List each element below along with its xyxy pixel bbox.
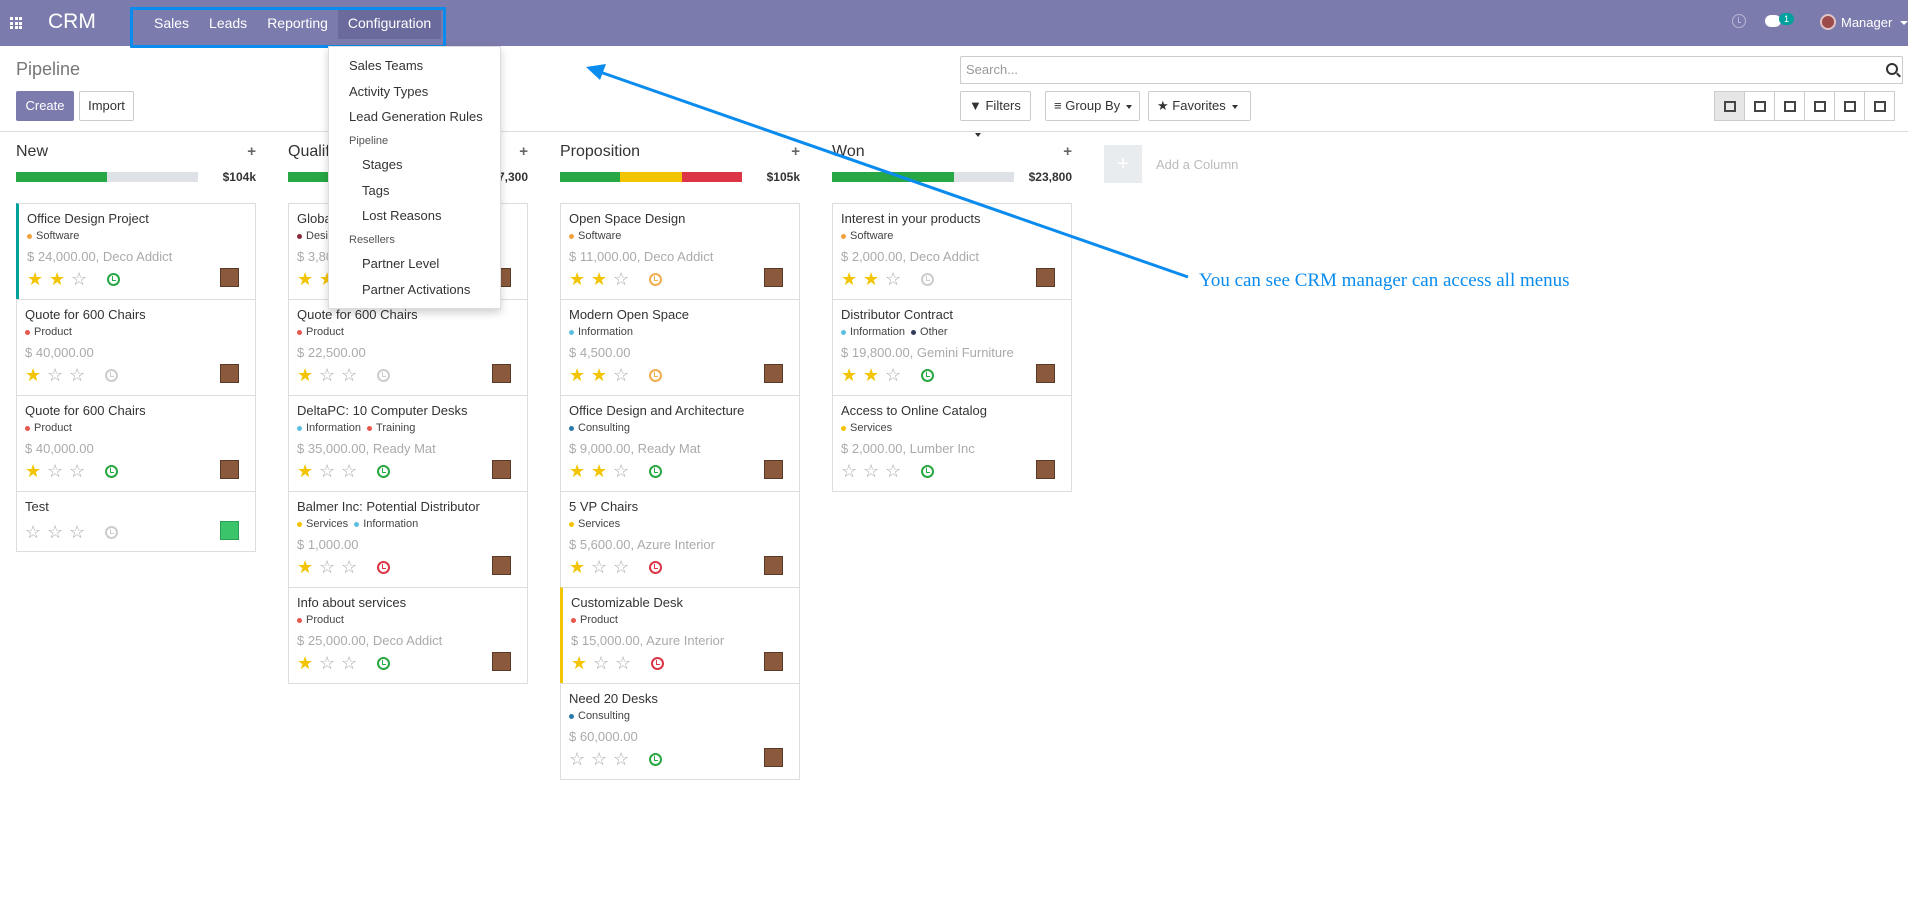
annotation-arrow: [586, 64, 1189, 279]
annotation-text: You can see CRM manager can access all m…: [1199, 270, 1570, 291]
